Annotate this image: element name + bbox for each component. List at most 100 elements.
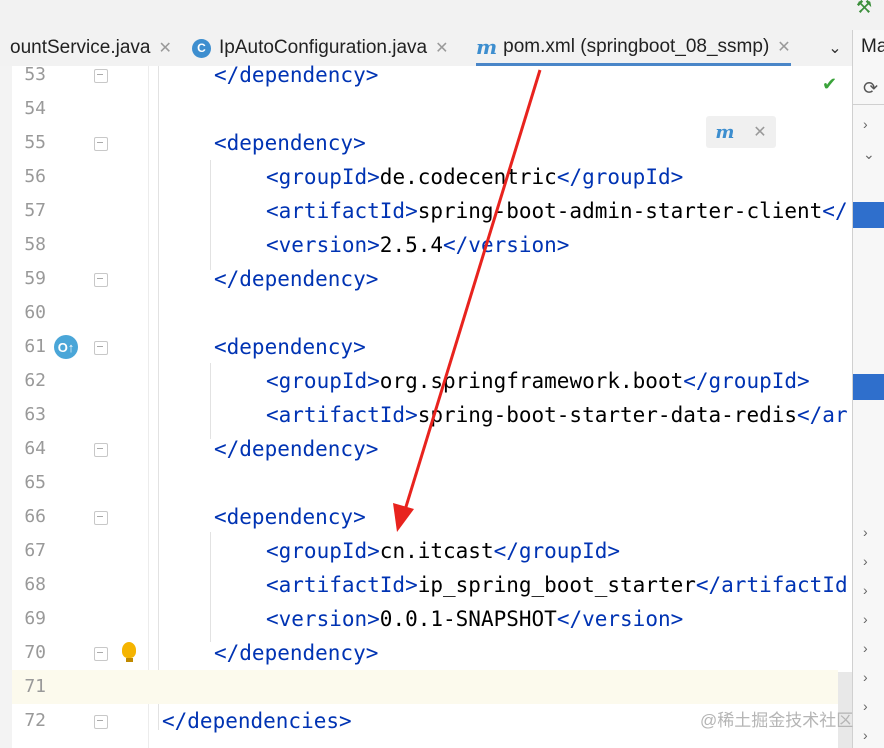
close-icon[interactable]: ✕ — [435, 38, 448, 58]
line-number: 54 — [24, 98, 46, 119]
current-code-line[interactable]: 71 — [12, 670, 838, 704]
xml-close-tag: </groupId> — [493, 539, 621, 563]
xml-open-tag: <artifactId> — [266, 199, 418, 223]
code-text: <version>2.5.4</version> — [266, 228, 569, 262]
maven-tool-window: Ma ⟳ › ⌄ › › › › › › › › — [852, 30, 884, 748]
chevron-right-icon[interactable]: › — [863, 116, 868, 132]
title-strip: ⚒ — [0, 0, 884, 30]
code-line: 67 <groupId>cn.itcast</groupId> — [0, 534, 852, 568]
xml-value: org.springframework.boot — [379, 369, 684, 393]
code-text: <artifactId>ip_spring_boot_starter</arti… — [266, 568, 848, 602]
xml-open-tag: <artifactId> — [266, 573, 418, 597]
selected-tree-row[interactable] — [853, 202, 884, 228]
fold-marker[interactable] — [94, 341, 108, 355]
chevron-right-icon[interactable]: › — [863, 611, 868, 627]
close-icon[interactable]: ✕ — [158, 38, 171, 58]
xml-value: 0.0.1-SNAPSHOT — [379, 607, 557, 631]
code-line: 56 <groupId>de.codecentric</groupId> — [0, 160, 852, 194]
fold-marker[interactable] — [94, 647, 108, 661]
line-number: 66 — [24, 506, 46, 527]
code-text: </dependency> — [214, 641, 379, 665]
chevron-down-icon[interactable]: ⌄ — [863, 146, 875, 163]
line-number: 56 — [24, 166, 46, 187]
line-number: 68 — [24, 574, 46, 595]
code-line: 58 <version>2.5.4</version> — [0, 228, 852, 262]
xml-value: 2.5.4 — [379, 233, 444, 257]
chevron-right-icon[interactable]: › — [863, 640, 868, 656]
tab-label: ountService.java — [10, 37, 151, 58]
code-text: <dependency> — [214, 131, 366, 155]
xml-close-tag: </ar — [797, 403, 848, 427]
xml-value: spring-boot-admin-starter-client — [417, 199, 823, 223]
code-text: <version>0.0.1-SNAPSHOT</version> — [266, 602, 683, 636]
code-text: <artifactId>spring-boot-starter-data-red… — [266, 398, 848, 432]
xml-close-tag: </version> — [443, 233, 570, 257]
chevron-right-icon[interactable]: › — [863, 553, 868, 569]
line-number: 62 — [24, 370, 46, 391]
code-text: <artifactId>spring-boot-admin-starter-cl… — [266, 194, 848, 228]
code-text: <dependency> — [214, 335, 366, 359]
line-number: 58 — [24, 234, 46, 255]
code-line: 69 <version>0.0.1-SNAPSHOT</version> — [0, 602, 852, 636]
line-number: 67 — [24, 540, 46, 561]
line-number: 65 — [24, 472, 46, 493]
code-line: 61 O↑ <dependency> — [0, 330, 852, 364]
code-line: 55 <dependency> — [0, 126, 852, 160]
divider — [853, 104, 884, 105]
code-line: 60 — [0, 296, 852, 330]
code-line: 68 <artifactId>ip_spring_boot_starter</a… — [0, 568, 852, 602]
xml-open-tag: <groupId> — [266, 369, 380, 393]
xml-open-tag: <groupId> — [266, 539, 380, 563]
tab-label: IpAutoConfiguration.java — [219, 37, 428, 58]
xml-value: ip_spring_boot_starter — [417, 573, 696, 597]
xml-close-tag: </ — [822, 199, 848, 223]
line-number: 71 — [24, 676, 46, 697]
code-line: 57 <artifactId>spring-boot-admin-starter… — [0, 194, 852, 228]
tool-window-title: Ma — [861, 36, 884, 57]
xml-open-tag: <version> — [266, 607, 380, 631]
code-editor[interactable]: ✔ m ✕ 53 </dependency> 54 55 <dependency… — [0, 63, 852, 748]
chevron-right-icon[interactable]: › — [863, 698, 868, 714]
chevron-right-icon[interactable]: › — [863, 727, 868, 743]
fold-marker[interactable] — [94, 137, 108, 151]
maven-icon: m — [476, 34, 498, 59]
xml-close-tag: </version> — [556, 607, 684, 631]
code-text: </dependency> — [214, 437, 379, 461]
chevron-right-icon[interactable]: › — [863, 669, 868, 685]
code-text: <dependency> — [214, 505, 366, 529]
chevron-right-icon[interactable]: › — [863, 582, 868, 598]
code-text: </dependency> — [214, 63, 379, 87]
fold-marker[interactable] — [94, 443, 108, 457]
override-marker-icon[interactable]: O↑ — [54, 335, 78, 359]
xml-value: cn.itcast — [379, 539, 494, 563]
code-text: </dependencies> — [162, 709, 352, 733]
code-line: 70 </dependency> — [0, 636, 852, 670]
fold-marker[interactable] — [94, 273, 108, 287]
code-line: 53 </dependency> — [0, 58, 852, 92]
xml-open-tag: <version> — [266, 233, 380, 257]
lightbulb-icon[interactable] — [122, 642, 136, 658]
fold-marker[interactable] — [94, 511, 108, 525]
line-number: 72 — [24, 710, 46, 731]
line-number: 59 — [24, 268, 46, 289]
close-icon[interactable]: ✕ — [777, 37, 790, 57]
xml-value: spring-boot-starter-data-redis — [417, 403, 798, 427]
build-hammer-icon[interactable]: ⚒ — [856, 0, 878, 18]
code-line: 54 — [0, 92, 852, 126]
refresh-icon[interactable]: ⟳ — [863, 78, 878, 99]
lightbulb-base — [126, 658, 133, 662]
chevron-right-icon[interactable]: › — [863, 524, 868, 540]
line-number: 55 — [24, 132, 46, 153]
code-text: <groupId>org.springframework.boot</group… — [266, 364, 810, 398]
xml-value: de.codecentric — [379, 165, 557, 189]
tab-label: pom.xml (springboot_08_ssmp) — [503, 35, 770, 57]
xml-close-tag: </groupId> — [683, 369, 810, 393]
selected-tree-row[interactable] — [853, 374, 884, 400]
line-number: 64 — [24, 438, 46, 459]
code-line: 59 </dependency> — [0, 262, 852, 296]
line-number: 61 — [24, 336, 46, 357]
line-number: 63 — [24, 404, 46, 425]
fold-marker[interactable] — [94, 715, 108, 729]
code-text: </dependency> — [214, 267, 379, 291]
fold-marker[interactable] — [94, 69, 108, 83]
